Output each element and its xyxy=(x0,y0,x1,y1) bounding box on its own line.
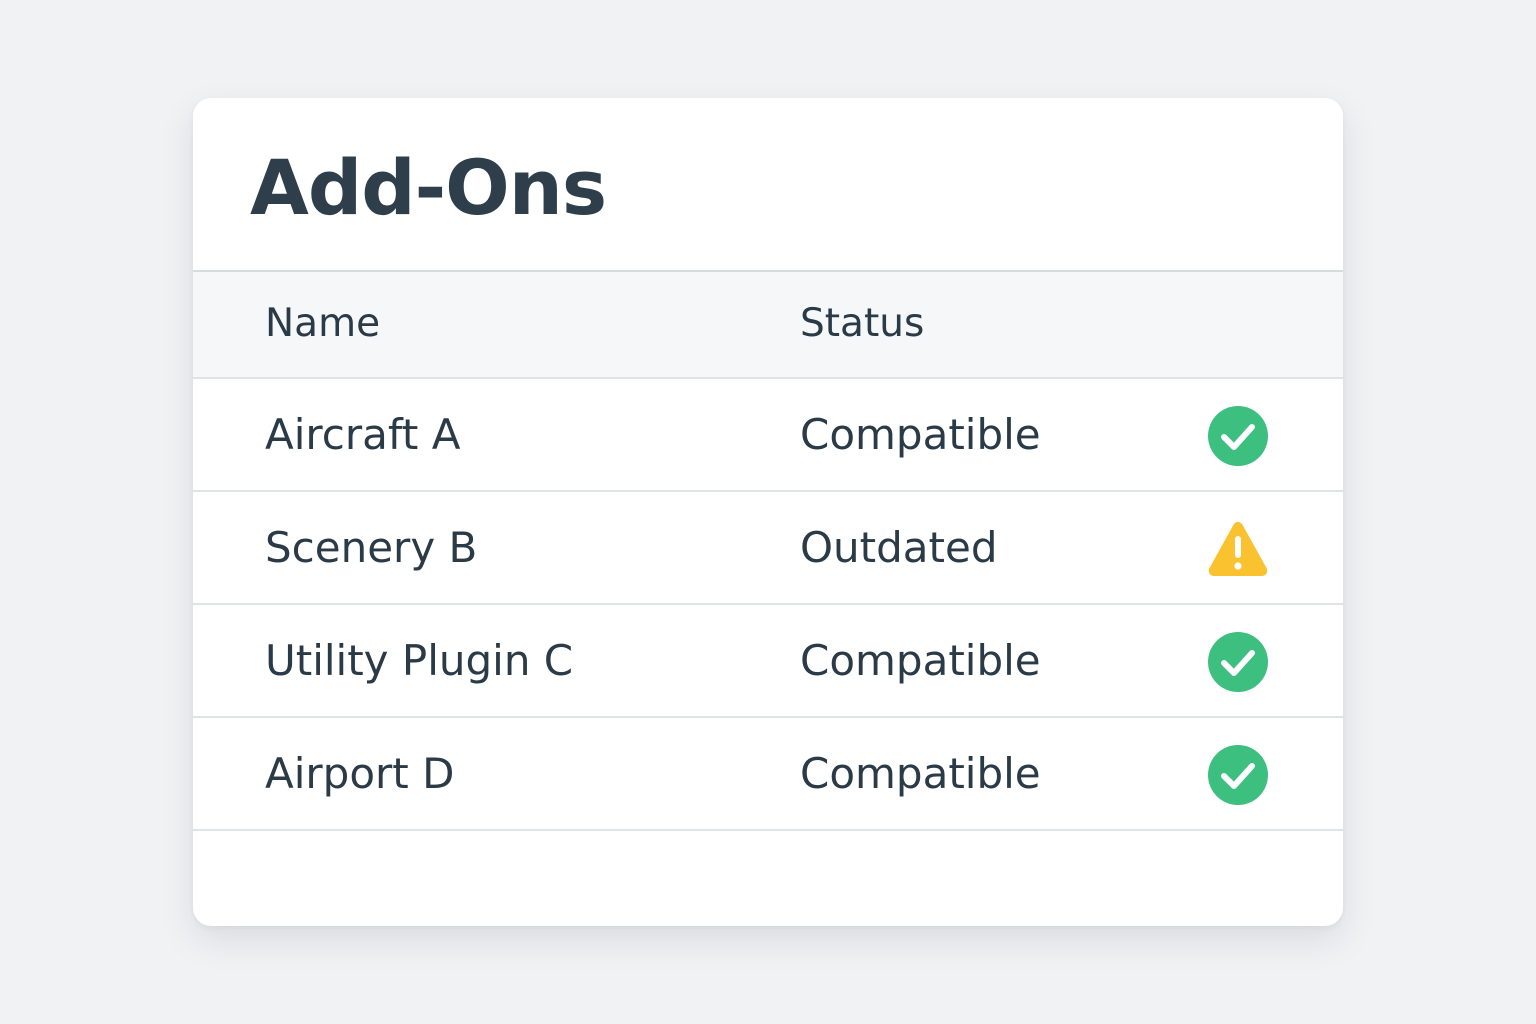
table-header: Name Status xyxy=(193,272,1343,379)
addon-status: Compatible xyxy=(800,410,1041,459)
check-circle-icon xyxy=(1207,405,1269,467)
addon-status: Compatible xyxy=(800,636,1041,685)
addon-status: Compatible xyxy=(800,749,1041,798)
page-title: Add-Ons xyxy=(250,143,607,232)
table-row[interactable]: Airport D Compatible xyxy=(193,718,1343,831)
warning-triangle-icon xyxy=(1207,518,1269,580)
card-header: Add-Ons xyxy=(193,98,1343,272)
table-row[interactable]: Utility Plugin C Compatible xyxy=(193,605,1343,718)
table-row[interactable]: Scenery B Outdated xyxy=(193,492,1343,605)
table-row[interactable]: Aircraft A Compatible xyxy=(193,379,1343,492)
addon-name: Aircraft A xyxy=(265,410,461,459)
column-header-name: Name xyxy=(265,301,381,346)
addon-name: Utility Plugin C xyxy=(265,636,574,685)
addon-name: Scenery B xyxy=(265,523,478,572)
column-header-status: Status xyxy=(800,301,925,346)
check-circle-icon xyxy=(1207,631,1269,693)
addon-status: Outdated xyxy=(800,523,998,572)
add-ons-card: Add-Ons Name Status Aircraft A Compatibl… xyxy=(193,98,1343,926)
check-circle-icon xyxy=(1207,744,1269,806)
addon-name: Airport D xyxy=(265,749,455,798)
